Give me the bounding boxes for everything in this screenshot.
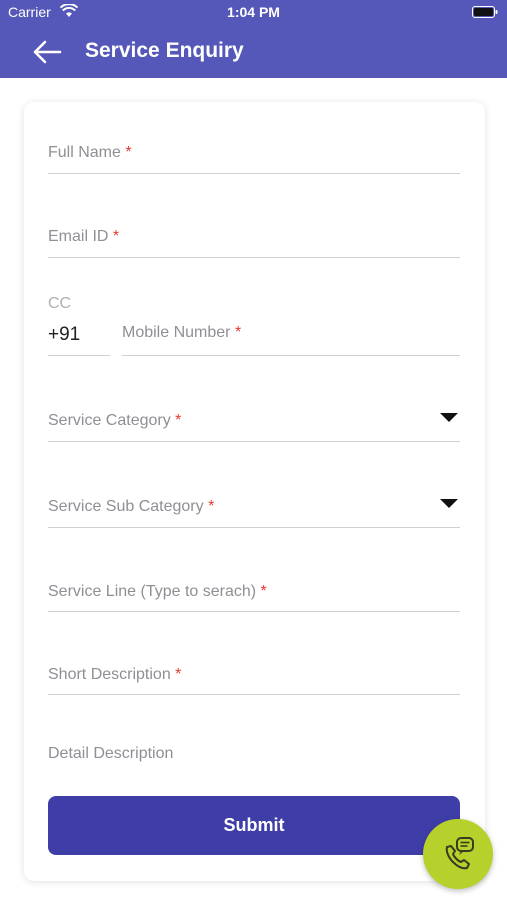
required-mark: * — [260, 583, 267, 600]
email-field[interactable]: Email ID * — [48, 222, 460, 258]
required-mark: * — [125, 144, 132, 161]
caret-down-icon — [440, 499, 458, 508]
required-mark: * — [208, 498, 215, 515]
page-title: Service Enquiry — [85, 39, 244, 62]
submit-button[interactable]: Submit — [48, 796, 460, 855]
service-category-label: Service Category — [48, 412, 171, 429]
required-mark: * — [175, 412, 182, 429]
required-mark: * — [175, 666, 182, 683]
caret-down-icon — [440, 413, 458, 422]
service-line-field[interactable]: Service Line (Type to serach) * — [48, 576, 460, 612]
short-description-label: Short Description — [48, 666, 171, 683]
service-sub-category-dropdown[interactable]: Service Sub Category * — [48, 490, 460, 528]
battery-icon — [472, 6, 498, 18]
country-code-label: CC — [48, 295, 72, 312]
arrow-left-icon — [33, 40, 62, 64]
service-sub-category-label: Service Sub Category — [48, 498, 204, 515]
short-description-field[interactable]: Short Description * — [48, 659, 460, 695]
service-category-dropdown[interactable]: Service Category * — [48, 404, 460, 442]
phone-chat-icon — [445, 837, 474, 870]
detail-description-field[interactable]: Detail Description — [48, 745, 173, 763]
country-code-value: +91 — [48, 324, 81, 345]
full-name-label: Full Name — [48, 144, 121, 161]
service-line-label: Service Line (Type to serach) — [48, 583, 257, 600]
full-name-field[interactable]: Full Name * — [48, 138, 460, 174]
mobile-number-label: Mobile Number — [122, 324, 231, 341]
status-bar: Carrier 1:04 PM — [0, 0, 507, 24]
email-label: Email ID — [48, 228, 109, 245]
contact-fab-button[interactable] — [423, 819, 493, 889]
required-mark: * — [234, 324, 242, 341]
back-button[interactable] — [30, 38, 64, 66]
required-mark: * — [112, 228, 120, 245]
status-time: 1:04 PM — [227, 4, 280, 20]
country-code-field[interactable]: +91 — [48, 318, 110, 356]
mobile-number-field[interactable]: Mobile Number * — [122, 318, 460, 356]
app-header: Carrier 1:04 PM Service Enquiry — [0, 0, 507, 78]
